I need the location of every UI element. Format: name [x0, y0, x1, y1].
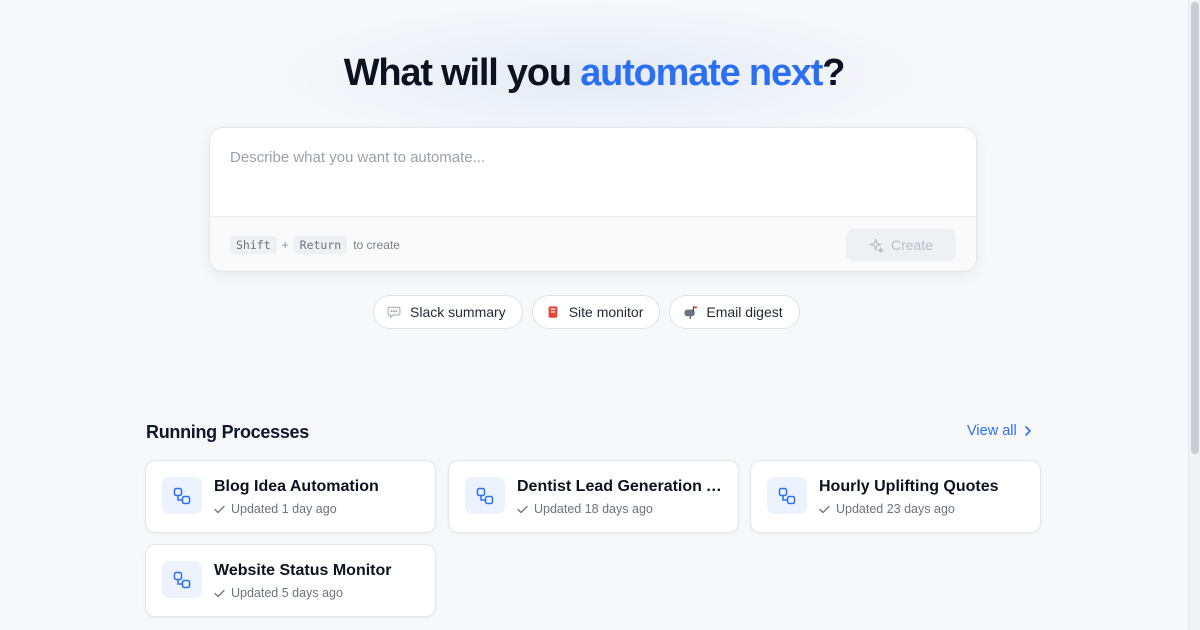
page-scrollbar[interactable]	[1188, 0, 1200, 630]
return-key-hint: Return	[293, 236, 348, 254]
workflow-icon	[767, 477, 807, 514]
process-updated: Updated 5 days ago	[214, 586, 343, 600]
updated-text: Updated 18 days ago	[534, 502, 653, 516]
process-card[interactable]: Hourly Uplifting Quotes Updated 23 days …	[750, 460, 1041, 533]
check-icon	[819, 505, 830, 514]
process-updated: Updated 23 days ago	[819, 502, 955, 516]
chip-label: Slack summary	[410, 304, 506, 320]
title-end: ?	[822, 52, 845, 94]
process-updated: Updated 1 day ago	[214, 502, 337, 516]
process-card[interactable]: Dentist Lead Generation Automation Updat…	[448, 460, 739, 533]
shift-key-hint: Shift	[230, 236, 277, 254]
process-title: Website Status Monitor	[214, 562, 392, 579]
automation-prompt-input[interactable]	[210, 128, 976, 216]
chip-label: Email digest	[706, 304, 783, 320]
check-icon	[214, 505, 225, 514]
mailbox-icon	[682, 304, 698, 320]
process-updated: Updated 18 days ago	[517, 502, 653, 516]
process-title: Dentist Lead Generation Automation	[517, 478, 727, 495]
page-title: What will you automate next?	[0, 52, 1188, 95]
check-icon	[517, 505, 528, 514]
speech-bubble-icon	[386, 304, 402, 320]
prompt-card: Shift + Return to create Create	[209, 127, 977, 272]
process-card[interactable]: Blog Idea Automation Updated 1 day ago	[145, 460, 436, 533]
suggestion-chip-slack-summary[interactable]: Slack summary	[373, 295, 523, 329]
workflow-icon	[162, 477, 202, 514]
create-hint-text: to create	[353, 238, 400, 252]
running-processes-heading: Running Processes	[146, 422, 309, 442]
process-title: Hourly Uplifting Quotes	[819, 478, 999, 495]
chip-label: Site monitor	[568, 304, 644, 320]
updated-text: Updated 23 days ago	[836, 502, 955, 516]
updated-text: Updated 5 days ago	[231, 586, 343, 600]
suggestion-chip-site-monitor[interactable]: Site monitor	[531, 295, 661, 329]
red-badge-icon	[545, 304, 561, 320]
workflow-icon	[465, 477, 505, 514]
process-title: Blog Idea Automation	[214, 478, 379, 495]
prompt-footer: Shift + Return to create Create	[210, 216, 976, 271]
title-accent: automate next	[580, 52, 823, 94]
create-button[interactable]: Create	[846, 229, 956, 261]
suggestion-chips: Slack summary Site monitor Email digest	[373, 295, 800, 329]
title-text: What will you	[343, 52, 581, 94]
check-icon	[214, 589, 225, 598]
chevron-right-icon	[1023, 425, 1032, 437]
sparkle-icon	[869, 238, 884, 253]
create-button-label: Create	[890, 237, 934, 253]
suggestion-chip-email-digest[interactable]: Email digest	[669, 295, 800, 329]
scrollbar-thumb[interactable]	[1191, 2, 1199, 454]
process-card[interactable]: Website Status Monitor Updated 5 days ag…	[145, 544, 436, 617]
plus-sign: +	[281, 238, 289, 252]
view-all-label: View all	[967, 423, 1017, 439]
workflow-icon	[162, 561, 202, 598]
view-all-link[interactable]: View all	[967, 423, 1032, 439]
updated-text: Updated 1 day ago	[231, 502, 337, 516]
